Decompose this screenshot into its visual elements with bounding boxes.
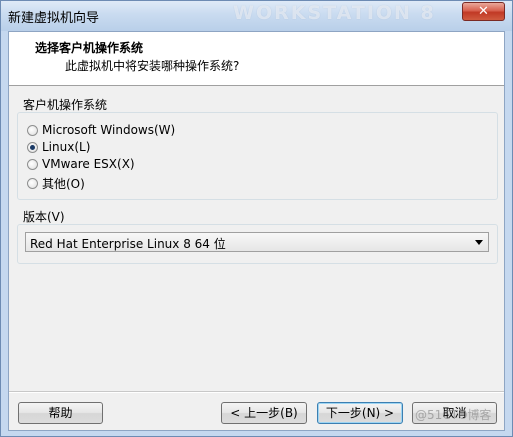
footer-divider bbox=[9, 391, 504, 393]
next-button[interactable]: 下一步(N) > bbox=[317, 402, 403, 424]
help-button[interactable]: 帮助 bbox=[18, 402, 103, 424]
wizard-header: 选择客户机操作系统 此虚拟机中将安装哪种操作系统? bbox=[9, 32, 504, 86]
radio-vmware-esx[interactable]: VMware ESX(X) bbox=[27, 156, 135, 172]
radio-button[interactable] bbox=[27, 158, 38, 170]
product-watermark: WORKSTATION 8 bbox=[233, 2, 436, 24]
title-bar[interactable]: 新建虚拟机向导 WORKSTATION 8 ✕ bbox=[1, 1, 512, 31]
back-button[interactable]: < 上一步(B) bbox=[221, 402, 307, 424]
radio-label: 其他(O) bbox=[42, 176, 85, 191]
window-title: 新建虚拟机向导 bbox=[8, 11, 100, 26]
radio-linux[interactable]: Linux(L) bbox=[27, 139, 90, 155]
page-title: 选择客户机操作系统 bbox=[35, 41, 144, 55]
radio-label: VMware ESX(X) bbox=[42, 157, 135, 171]
corner-watermark: @51CTO博客 bbox=[415, 408, 492, 422]
radio-button[interactable] bbox=[27, 177, 38, 189]
version-group-label: 版本(V) bbox=[23, 210, 65, 224]
wizard-window: 新建虚拟机向导 WORKSTATION 8 ✕ 选择客户机操作系统 此虚拟机中将… bbox=[0, 0, 513, 437]
version-dropdown[interactable]: Red Hat Enterprise Linux 8 64 位 bbox=[25, 232, 489, 252]
os-group-label: 客户机操作系统 bbox=[23, 98, 108, 112]
radio-windows[interactable]: Microsoft Windows(W) bbox=[27, 122, 175, 138]
radio-label: Linux(L) bbox=[42, 140, 91, 154]
wizard-client-area: 选择客户机操作系统 此虚拟机中将安装哪种操作系统? 客户机操作系统 Micros… bbox=[8, 31, 505, 431]
close-button[interactable]: ✕ bbox=[462, 2, 505, 21]
radio-button-checked[interactable] bbox=[27, 141, 38, 153]
chevron-down-icon[interactable] bbox=[475, 240, 483, 245]
radio-other[interactable]: 其他(O) bbox=[27, 175, 85, 191]
page-subtitle: 此虚拟机中将安装哪种操作系统? bbox=[65, 59, 240, 73]
version-selected-value: Red Hat Enterprise Linux 8 64 位 bbox=[30, 237, 226, 251]
radio-label: Microsoft Windows(W) bbox=[42, 123, 176, 137]
radio-button[interactable] bbox=[27, 124, 38, 136]
